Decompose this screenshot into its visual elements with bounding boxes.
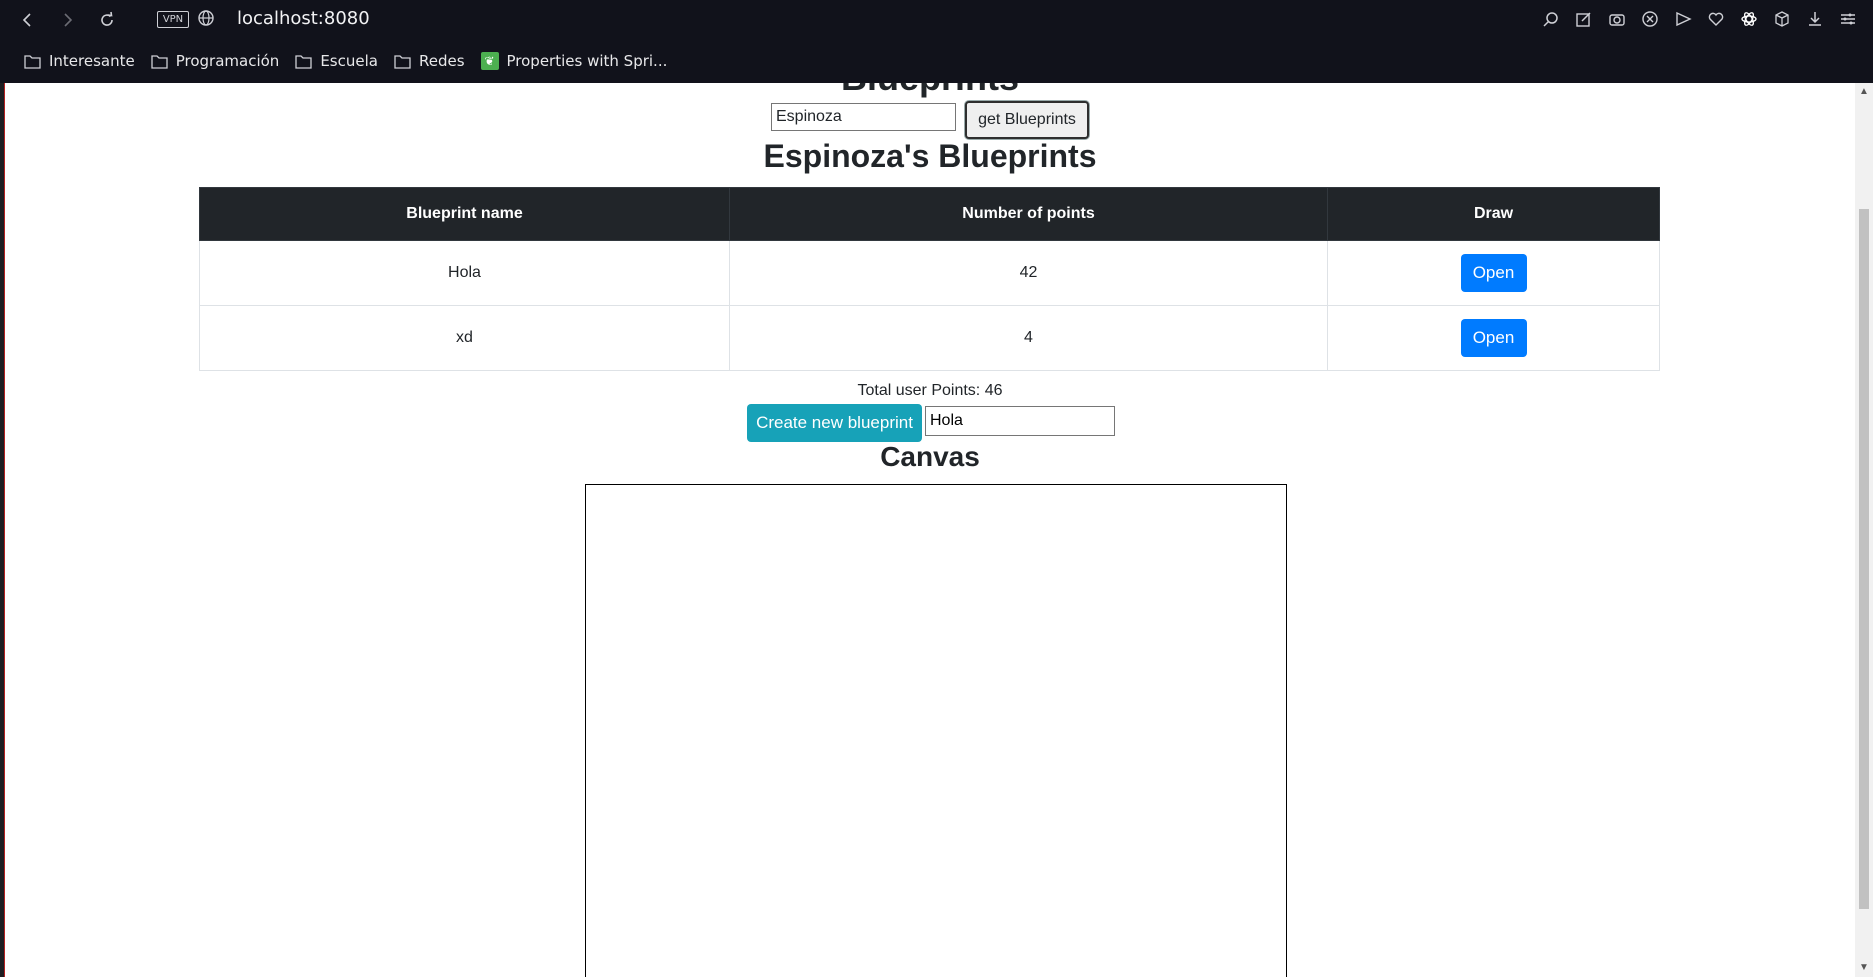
column-header-draw: Draw xyxy=(1327,187,1660,241)
bookmarks-bar: Interesante Programación Escuela Redes ❦… xyxy=(0,45,1873,77)
open-button[interactable]: Open xyxy=(1460,319,1527,357)
nav-row: VPN localhost:8080 xyxy=(0,0,1873,40)
bookmark-label: Redes xyxy=(418,52,465,70)
vpn-badge[interactable]: VPN xyxy=(157,11,189,28)
vertical-scrollbar[interactable]: ▲ ▼ xyxy=(1855,83,1873,977)
bookmark-properties-spring[interactable]: ❦ Properties with Spri... xyxy=(480,52,668,70)
blueprints-table: Blueprint name Number of points Draw Hol… xyxy=(199,187,1660,371)
atom-icon[interactable] xyxy=(1738,8,1760,30)
page-content: Blueprints get Blueprints Espinoza's Blu… xyxy=(5,83,1855,977)
reload-icon[interactable] xyxy=(95,8,119,32)
table-row: xd 4 Open xyxy=(199,305,1660,371)
author-input[interactable] xyxy=(771,103,956,131)
bookmark-label: Escuela xyxy=(320,52,378,70)
column-header-points: Number of points xyxy=(729,187,1328,241)
create-blueprint-button[interactable]: Create new blueprint xyxy=(747,404,922,442)
page-title: Blueprints xyxy=(5,83,1855,99)
table-row: Hola 42 Open xyxy=(199,240,1660,306)
edit-icon[interactable] xyxy=(1573,8,1595,30)
draw-cell: Open xyxy=(1327,305,1660,371)
toolbar-icons xyxy=(1540,8,1859,30)
browser-toolbar: VPN localhost:8080 Interesante Programac… xyxy=(0,0,1873,83)
drawing-canvas[interactable] xyxy=(585,484,1287,977)
cube-icon[interactable] xyxy=(1771,8,1793,30)
send-icon[interactable] xyxy=(1672,8,1694,30)
forward-icon[interactable] xyxy=(55,8,79,32)
folder-icon xyxy=(151,54,168,69)
bookmark-interesante[interactable]: Interesante xyxy=(24,52,135,70)
back-icon[interactable] xyxy=(16,8,40,32)
download-icon[interactable] xyxy=(1804,8,1826,30)
folder-icon xyxy=(24,54,41,69)
total-points-label: Total user Points: 46 xyxy=(857,382,1003,399)
spring-leaf-icon: ❦ xyxy=(480,52,499,70)
bookmark-label: Properties with Spri... xyxy=(506,52,668,70)
canvas-title: Canvas xyxy=(880,441,980,472)
camera-icon[interactable] xyxy=(1606,8,1628,30)
block-icon[interactable] xyxy=(1639,8,1661,30)
folder-icon xyxy=(394,54,411,69)
address-bar[interactable]: localhost:8080 xyxy=(237,8,370,29)
points-cell: 42 xyxy=(729,240,1328,306)
folder-icon xyxy=(295,54,312,69)
bookmark-label: Programación xyxy=(175,52,280,70)
get-blueprints-button[interactable]: get Blueprints xyxy=(965,101,1089,139)
blueprint-name-cell: xd xyxy=(199,305,730,371)
heart-icon[interactable] xyxy=(1705,8,1727,30)
blueprint-name-input[interactable] xyxy=(925,406,1115,436)
globe-icon xyxy=(197,9,215,32)
scrollbar-thumb[interactable] xyxy=(1859,209,1869,909)
blueprints-table-title: Espinoza's Blueprints xyxy=(763,138,1097,174)
search-icon[interactable] xyxy=(1540,8,1562,30)
points-cell: 4 xyxy=(729,305,1328,371)
bookmark-escuela[interactable]: Escuela xyxy=(295,52,378,70)
column-header-name: Blueprint name xyxy=(199,187,730,241)
open-button[interactable]: Open xyxy=(1460,254,1527,292)
table-header-row: Blueprint name Number of points Draw xyxy=(199,187,1660,241)
draw-cell: Open xyxy=(1327,240,1660,306)
scroll-down-arrow-icon[interactable]: ▼ xyxy=(1859,963,1869,973)
blueprint-name-cell: Hola xyxy=(199,240,730,306)
settings-sliders-icon[interactable] xyxy=(1837,8,1859,30)
bookmark-programacion[interactable]: Programación xyxy=(151,52,280,70)
bookmark-label: Interesante xyxy=(49,52,135,70)
bookmark-redes[interactable]: Redes xyxy=(394,52,465,70)
scroll-up-arrow-icon[interactable]: ▲ xyxy=(1859,87,1869,97)
